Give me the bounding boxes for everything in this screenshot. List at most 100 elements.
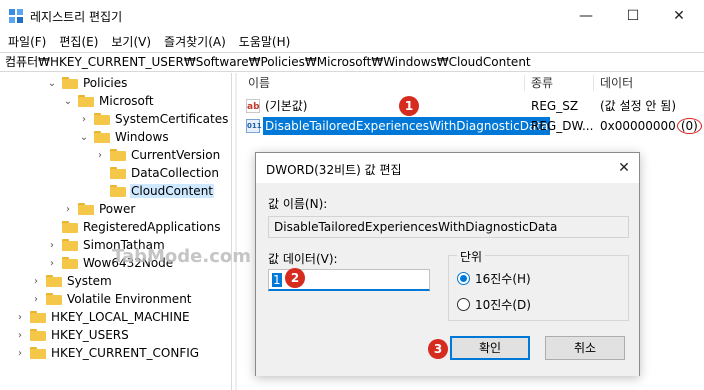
chevron-right-icon[interactable]: ›: [94, 146, 106, 164]
value-row-default[interactable]: ab (기본값) REG_SZ (값 설정 안 됨): [238, 97, 704, 115]
menu-favorites[interactable]: 즐겨찾기(A): [159, 32, 231, 52]
maximize-button[interactable]: ☐: [610, 0, 656, 32]
chevron-right-icon[interactable]: ›: [30, 272, 42, 290]
tree-item-volatile-environment[interactable]: › Volatile Environment: [30, 290, 193, 308]
tree-item-label: Volatile Environment: [67, 292, 192, 306]
watermark: TabMode.com: [112, 246, 251, 267]
cancel-button[interactable]: 취소: [545, 336, 625, 360]
chevron-right-icon[interactable]: ›: [14, 344, 26, 362]
tree-item-policies[interactable]: ⌄ Policies: [46, 74, 128, 92]
tree-item-hkey-users[interactable]: › HKEY_USERS: [14, 326, 130, 344]
value-name: (기본값): [265, 99, 308, 113]
folder-icon: [30, 311, 46, 323]
menu-view[interactable]: 보기(V): [106, 32, 156, 52]
tree-item-label: HKEY_CURRENT_CONFIG: [51, 346, 200, 360]
folder-icon: [30, 347, 46, 359]
tree-item-label: CloudContent: [130, 184, 215, 198]
column-header-name[interactable]: 이름: [248, 73, 270, 93]
folder-icon: [110, 185, 126, 197]
chevron-right-icon[interactable]: ›: [14, 326, 26, 344]
menu-bar: 파일(F) 편집(E) 보기(V) 즐겨찾기(A) 도움말(H): [0, 32, 295, 52]
column-divider[interactable]: [593, 75, 594, 91]
menu-help[interactable]: 도움말(H): [234, 32, 296, 52]
menu-edit[interactable]: 편집(E): [54, 32, 103, 52]
window-title: 레지스트리 편집기: [30, 10, 123, 24]
folder-icon: [94, 131, 110, 143]
step-badge-2: 2: [285, 268, 305, 288]
folder-icon: [78, 95, 94, 107]
address-bar[interactable]: 컴퓨터₩HKEY_CURRENT_USER₩Software₩Policies₩…: [0, 52, 704, 72]
value-data-hex: 0x00000000: [600, 119, 676, 133]
ok-button[interactable]: 확인: [450, 336, 530, 360]
value-type: REG_SZ: [531, 99, 579, 113]
chevron-placeholder: [46, 218, 58, 236]
tree-item-label: RegisteredApplications: [83, 220, 221, 234]
dialog-title: DWORD(32비트) 값 편집: [266, 163, 402, 177]
chevron-down-icon[interactable]: ⌄: [78, 128, 90, 146]
radio-decimal-label: 10진수(D): [475, 297, 531, 312]
pane-splitter[interactable]: [235, 73, 237, 390]
folder-icon: [62, 239, 78, 251]
tree-item-systemcertificates[interactable]: › SystemCertificates: [78, 110, 229, 128]
value-row-disabletailored[interactable]: 011 DisableTailoredExperiencesWithDiagno…: [238, 117, 704, 135]
radio-decimal[interactable]: 10진수(D): [457, 296, 531, 312]
step-badge-3: 3: [428, 339, 448, 359]
value-data: (값 설정 안 됨): [600, 99, 677, 113]
folder-icon: [30, 329, 46, 341]
folder-icon: [110, 167, 126, 179]
tree-item-windows[interactable]: ⌄ Windows: [78, 128, 170, 146]
chevron-right-icon[interactable]: ›: [46, 236, 58, 254]
folder-icon: [62, 221, 78, 233]
tree-item-label: Microsoft: [99, 94, 154, 108]
value-name-label: 값 이름(N):: [268, 197, 328, 211]
chevron-right-icon[interactable]: ›: [46, 254, 58, 272]
dialog-title-bar: DWORD(32비트) 값 편집 ✕: [256, 153, 639, 183]
tree-item-label: HKEY_USERS: [51, 328, 129, 342]
tree-item-datacollection[interactable]: DataCollection: [94, 164, 220, 182]
chevron-placeholder: [94, 182, 106, 200]
chevron-down-icon[interactable]: ⌄: [62, 92, 74, 110]
tree-item-label: CurrentVersion: [131, 148, 221, 162]
chevron-right-icon[interactable]: ›: [78, 110, 90, 128]
radio-hex[interactable]: 16진수(H): [457, 270, 531, 286]
close-button[interactable]: ✕: [656, 0, 702, 32]
tree-item-currentversion[interactable]: › CurrentVersion: [94, 146, 221, 164]
tree-item-label: Policies: [83, 76, 128, 90]
radio-checked-icon[interactable]: [457, 271, 470, 285]
step-badge-1: 1: [399, 96, 419, 116]
column-header-type[interactable]: 종류: [531, 73, 553, 93]
tree-item-label: Windows: [115, 130, 169, 144]
chevron-down-icon[interactable]: ⌄: [46, 74, 58, 92]
title-bar: 레지스트리 편집기 — ☐ ✕: [0, 0, 704, 32]
column-divider[interactable]: [524, 75, 525, 91]
tree-item-registeredapplications[interactable]: RegisteredApplications: [46, 218, 221, 236]
folder-icon: [62, 257, 78, 269]
tree-item-power[interactable]: › Power: [62, 200, 136, 218]
tree-item-label: DataCollection: [131, 166, 220, 180]
menu-file[interactable]: 파일(F): [3, 32, 51, 52]
value-name-field: DisableTailoredExperiencesWithDiagnostic…: [268, 216, 629, 238]
chevron-right-icon[interactable]: ›: [62, 200, 74, 218]
registry-editor-window: 레지스트리 편집기 — ☐ ✕ 파일(F) 편집(E) 보기(V) 즐겨찾기(A…: [0, 0, 704, 390]
value-data: 0x00000000 (0): [600, 117, 702, 135]
tree-item-microsoft[interactable]: ⌄ Microsoft: [62, 92, 155, 110]
base-group-label: 단위: [457, 248, 486, 265]
tree-item-cloudcontent[interactable]: CloudContent: [94, 182, 215, 200]
registry-editor-icon: [9, 9, 23, 23]
chevron-right-icon[interactable]: ›: [14, 308, 26, 326]
chevron-right-icon[interactable]: ›: [30, 290, 42, 308]
tree-item-hkey-local-machine[interactable]: › HKEY_LOCAL_MACHINE: [14, 308, 191, 326]
base-group: 단위 16진수(H) 10진수(D): [448, 248, 629, 321]
tree-item-system[interactable]: › System: [30, 272, 113, 290]
tree-item-hkey-current-config[interactable]: › HKEY_CURRENT_CONFIG: [14, 344, 200, 362]
folder-icon: [110, 149, 126, 161]
minimize-button[interactable]: —: [563, 0, 609, 32]
binary-value-icon: 011: [246, 119, 262, 133]
dialog-close-icon[interactable]: ✕: [613, 157, 635, 179]
radio-unchecked-icon[interactable]: [457, 297, 470, 311]
radio-hex-label: 16진수(H): [475, 271, 531, 286]
column-header-data[interactable]: 데이터: [600, 73, 633, 93]
value-data-text: 1: [272, 273, 282, 287]
tree-item-label: Power: [99, 202, 136, 216]
folder-icon: [62, 77, 78, 89]
